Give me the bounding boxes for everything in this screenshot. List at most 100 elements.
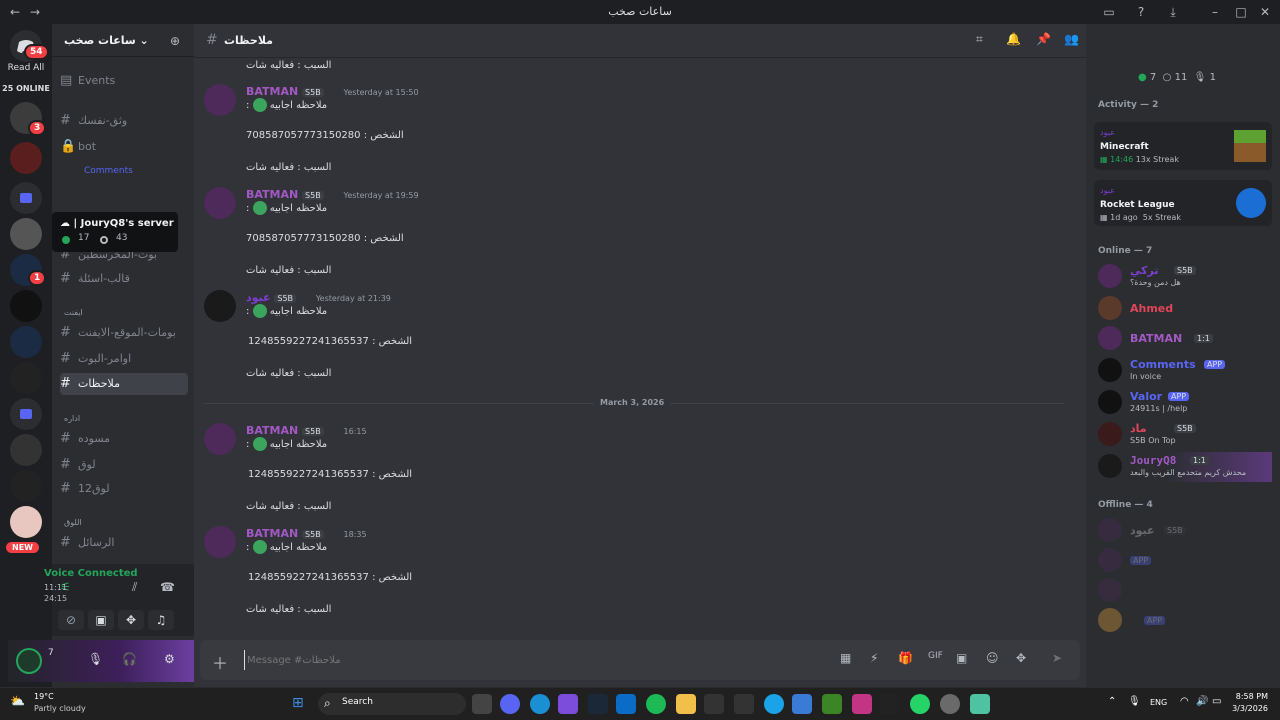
microphone-tray-icon[interactable]: 🎙 [1128,696,1141,707]
events-link[interactable]: ▤ Events [60,70,188,92]
member-item[interactable]: Comments APP In voice [1094,356,1272,386]
server-icon[interactable] [10,218,42,250]
app-icon[interactable] [704,694,724,714]
settings-gear-icon[interactable]: ⚙ [164,652,175,666]
weather-icon[interactable]: ⛅ [10,694,30,714]
emoji-icon[interactable]: ☺ [986,651,999,665]
soundboard-button[interactable]: ♫ [148,610,174,630]
author-name[interactable]: BATMAN [246,85,298,98]
author-name[interactable]: BATMAN [246,424,298,437]
whatsapp-icon[interactable] [910,694,930,714]
disconnect-icon[interactable]: ☎ [160,580,175,594]
headphones-icon[interactable]: 🎧 [122,652,137,666]
members-list-icon[interactable]: 👥 [1064,32,1079,46]
member-item[interactable]: Valor APP 24911s | /help [1094,388,1272,418]
member-item[interactable]: Ahmed [1094,294,1272,324]
notepad-icon[interactable] [792,694,812,714]
avatar[interactable] [16,648,42,674]
terminal-icon[interactable] [880,694,900,714]
folder-icon[interactable] [10,398,42,430]
voice-status[interactable]: Voice Connected [44,568,138,579]
category-label[interactable]: اللوق [64,518,82,527]
microphone-icon[interactable]: 🎙 [88,652,103,666]
channel-item[interactable]: # الرسائل [60,532,188,554]
server-icon[interactable] [10,434,42,466]
channel-item[interactable]: 🔒 bot [60,136,188,158]
avatar[interactable] [204,84,236,116]
author-name[interactable]: BATMAN [246,527,298,540]
gif-icon[interactable]: GIF [928,651,943,661]
member-item-offline[interactable]: APP [1094,606,1272,636]
server-icon[interactable] [10,290,42,322]
camera-button[interactable]: ⊘ [58,610,84,630]
gift-icon[interactable]: 🎁 [898,651,913,665]
bell-icon[interactable]: 🔔 [1006,32,1021,46]
add-attachment-icon[interactable]: ＋ [212,650,228,674]
avatar[interactable] [204,526,236,558]
channel-item[interactable]: # قالب-اسئلة [60,268,188,290]
author-name[interactable]: عبود [246,291,271,304]
pin-icon[interactable]: 📌 [1036,32,1051,46]
edge-icon[interactable] [530,694,550,714]
help-icon[interactable]: ? [1132,3,1150,21]
channel-item[interactable]: # اوامر-البوت [60,348,188,370]
minimize-button[interactable]: – [1206,3,1224,21]
server-icon[interactable] [10,506,42,538]
steam-icon[interactable] [588,694,608,714]
avatar[interactable] [204,290,236,322]
username[interactable]: 7 [48,648,54,658]
nitro-icon[interactable]: ⚡ [870,651,878,665]
member-item-offline[interactable]: عبود S5B [1094,516,1272,546]
screen-share-button[interactable]: ▣ [88,610,114,630]
activity-card[interactable]: عبود Minecraft ▦ 14:46 13x Streak [1094,122,1272,170]
message-input[interactable] [244,650,804,670]
member-item[interactable]: ماد S5B S5B On Top [1094,420,1272,450]
avatar[interactable] [204,187,236,219]
task-view-icon[interactable] [472,694,492,714]
app-icon[interactable] [734,694,754,714]
server-name[interactable]: ساعات صخب ⌄ [64,34,149,47]
language-indicator[interactable]: ENG [1150,698,1167,707]
noise-suppression-icon[interactable]: ⫽ [132,580,137,595]
wifi-icon[interactable]: ◠ [1180,696,1189,707]
avatar[interactable] [204,423,236,455]
discord-icon[interactable] [500,694,520,714]
calendar-icon[interactable]: ▦ [840,651,851,665]
vscode-icon[interactable] [616,694,636,714]
category-label[interactable]: اداره [64,414,80,423]
author-name[interactable]: BATMAN [246,188,298,201]
download-icon[interactable]: ⤓ [1164,3,1182,21]
server-icon[interactable] [10,470,42,502]
channel-item[interactable]: # بومات-الموقع-الايفنت [60,322,188,344]
activity-card[interactable]: عبود Rocket League ▦ 1d ago 5x Streak [1094,180,1272,226]
maximize-button[interactable]: □ [1232,3,1250,21]
tray-chevron-icon[interactable]: ⌃ [1108,696,1116,707]
clock-date[interactable]: 3/3/2026 [1220,704,1268,713]
inbox-icon[interactable]: ▭ [1100,3,1118,21]
spotify-icon[interactable] [646,694,666,714]
member-item-offline[interactable] [1094,576,1272,606]
member-item[interactable]: تركي S5B هل دمن وحدة؟ [1094,262,1272,292]
server-icon[interactable] [10,142,42,174]
read-all-button[interactable]: Read All [0,63,52,73]
taskbar-search[interactable]: ⌕ Search [318,693,466,715]
folder-icon[interactable] [10,182,42,214]
sticker-icon[interactable]: ▣ [956,651,967,665]
channel-item[interactable]: # وثق-نفسك [60,110,188,132]
app-icon[interactable] [970,694,990,714]
close-button[interactable]: ✕ [1256,3,1274,21]
activities-button[interactable]: ✥ [118,610,144,630]
threads-icon[interactable]: ⌗ [976,32,983,47]
category-label[interactable]: ايفنت [64,308,83,317]
member-item[interactable]: BATMAN 1:1 [1094,324,1272,354]
windows-start-icon[interactable]: ⊞ [292,695,304,711]
apps-icon[interactable]: ✥ [1016,651,1026,665]
browser-icon[interactable] [764,694,784,714]
channel-item[interactable]: # لوق [60,454,188,476]
server-icon[interactable] [10,362,42,394]
add-member-icon[interactable]: ⊕ [170,34,180,48]
member-item[interactable]: JouryQ8 1:1 محدش كريم متحدمع القريب والبعد [1094,452,1272,482]
settings-icon[interactable] [940,694,960,714]
channel-item[interactable]: # مسوده [60,428,188,450]
channel-item-active[interactable]: # ملاحظات [60,373,188,395]
